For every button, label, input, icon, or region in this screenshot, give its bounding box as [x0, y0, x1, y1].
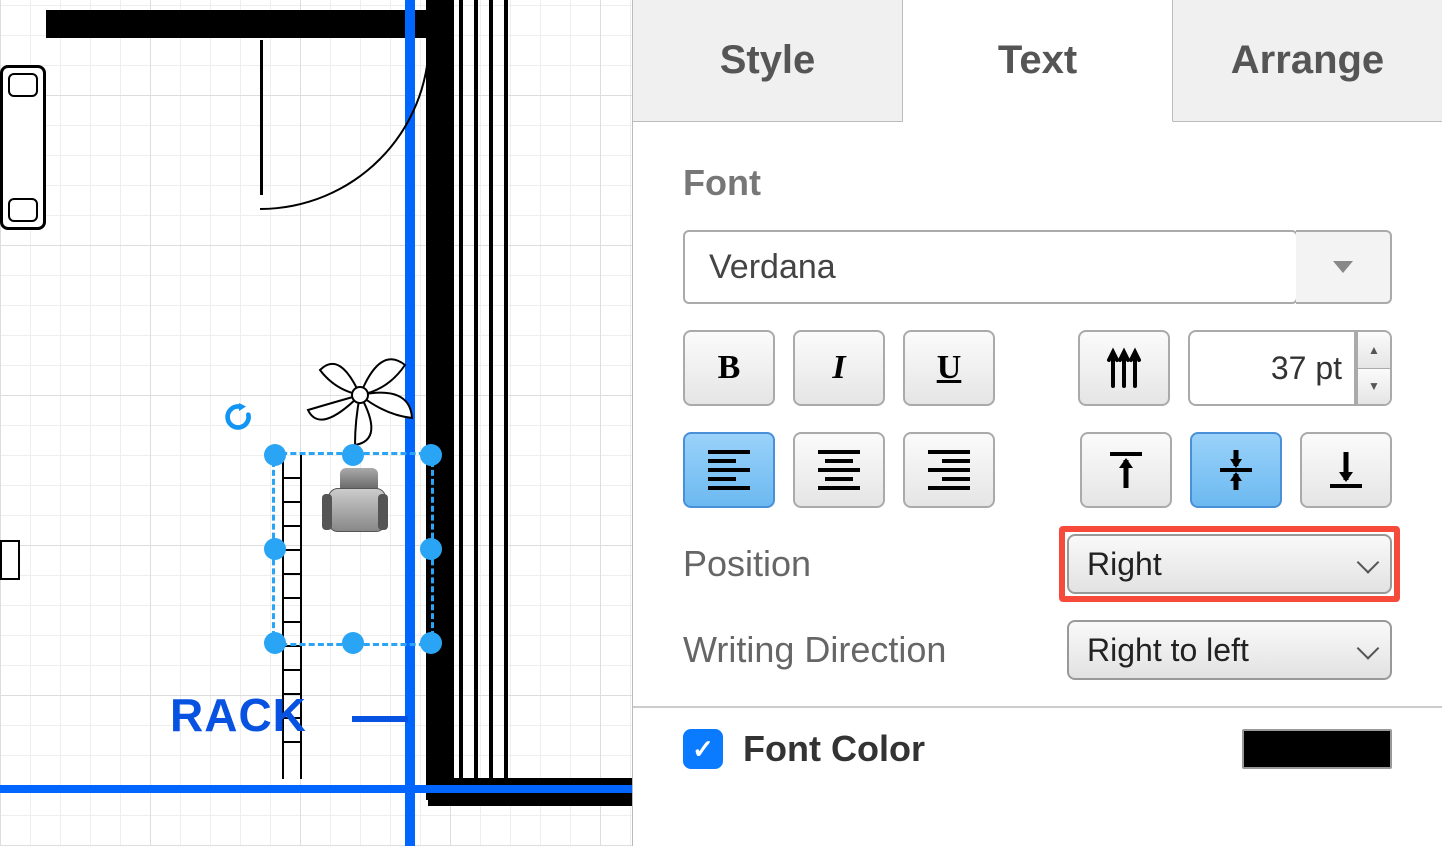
font-size-stepper: ▲ ▼: [1356, 330, 1392, 406]
tab-arrange[interactable]: Arrange: [1173, 0, 1442, 122]
wall-top: [46, 10, 446, 38]
format-panel: Style Text Arrange Font Verdana B I U: [632, 0, 1442, 846]
underline-button[interactable]: U: [903, 330, 995, 406]
vertical-text-button[interactable]: [1078, 330, 1170, 406]
writing-direction-select[interactable]: Right to left: [1067, 620, 1392, 680]
wall-stripe: [459, 0, 463, 800]
rotate-handle-icon[interactable]: [225, 403, 253, 438]
valign-middle-button[interactable]: [1190, 432, 1282, 508]
valign-bottom-button[interactable]: [1300, 432, 1392, 508]
valign-bottom-icon: [1326, 448, 1366, 492]
bold-button[interactable]: B: [683, 330, 775, 406]
font-section-label: Font: [683, 162, 1392, 204]
door-shape[interactable]: [260, 40, 430, 300]
position-label: Position: [683, 543, 1067, 585]
resize-handle-nw[interactable]: [264, 444, 286, 466]
align-center-icon: [818, 450, 860, 490]
resize-handle-w[interactable]: [264, 538, 286, 560]
selection-box[interactable]: [272, 452, 434, 646]
small-box-shape[interactable]: [0, 540, 20, 580]
position-select[interactable]: Right: [1067, 534, 1392, 594]
italic-button[interactable]: I: [793, 330, 885, 406]
wall-stripe: [474, 0, 478, 800]
chevron-down-icon: [1333, 261, 1353, 273]
valign-middle-icon: [1216, 448, 1256, 492]
font-size-up-button[interactable]: ▲: [1358, 332, 1390, 369]
canvas[interactable]: RACK: [0, 0, 632, 846]
valign-top-button[interactable]: [1080, 432, 1172, 508]
align-left-icon: [708, 450, 750, 490]
font-color-label: Font Color: [743, 728, 1222, 770]
plant-shape[interactable]: [300, 340, 420, 450]
sofa-shape[interactable]: [0, 65, 46, 230]
resize-handle-e[interactable]: [420, 538, 442, 560]
align-center-button[interactable]: [793, 432, 885, 508]
resize-handle-se[interactable]: [420, 632, 442, 654]
resize-handle-sw[interactable]: [264, 632, 286, 654]
italic-icon: I: [832, 349, 845, 387]
tab-style[interactable]: Style: [633, 0, 903, 122]
writing-direction-label: Writing Direction: [683, 629, 1067, 671]
font-size-down-button[interactable]: ▼: [1358, 369, 1390, 405]
resize-handle-s[interactable]: [342, 632, 364, 654]
font-color-swatch[interactable]: [1242, 729, 1392, 769]
resize-handle-n[interactable]: [342, 444, 364, 466]
font-family-dropdown-button[interactable]: [1296, 230, 1392, 304]
valign-top-icon: [1106, 448, 1146, 492]
bold-icon: B: [718, 349, 741, 387]
tab-text[interactable]: Text: [903, 0, 1173, 122]
align-right-icon: [928, 450, 970, 490]
wall-right: [426, 0, 454, 800]
vertical-text-icon: [1102, 346, 1146, 390]
font-family-select[interactable]: Verdana: [683, 230, 1298, 304]
wall-stripe: [489, 0, 493, 800]
panel-tabs: Style Text Arrange: [633, 0, 1442, 122]
align-right-button[interactable]: [903, 432, 995, 508]
wall-stripe: [504, 0, 508, 800]
resize-handle-ne[interactable]: [420, 444, 442, 466]
divider: [633, 706, 1442, 708]
align-left-button[interactable]: [683, 432, 775, 508]
underline-icon: U: [937, 349, 962, 387]
shape-label-rack[interactable]: RACK: [170, 692, 307, 738]
guide-horizontal: [0, 785, 632, 793]
font-color-checkbox[interactable]: ✓: [683, 729, 723, 769]
label-connector: [352, 716, 408, 722]
font-size-input[interactable]: 37 pt: [1188, 330, 1356, 406]
